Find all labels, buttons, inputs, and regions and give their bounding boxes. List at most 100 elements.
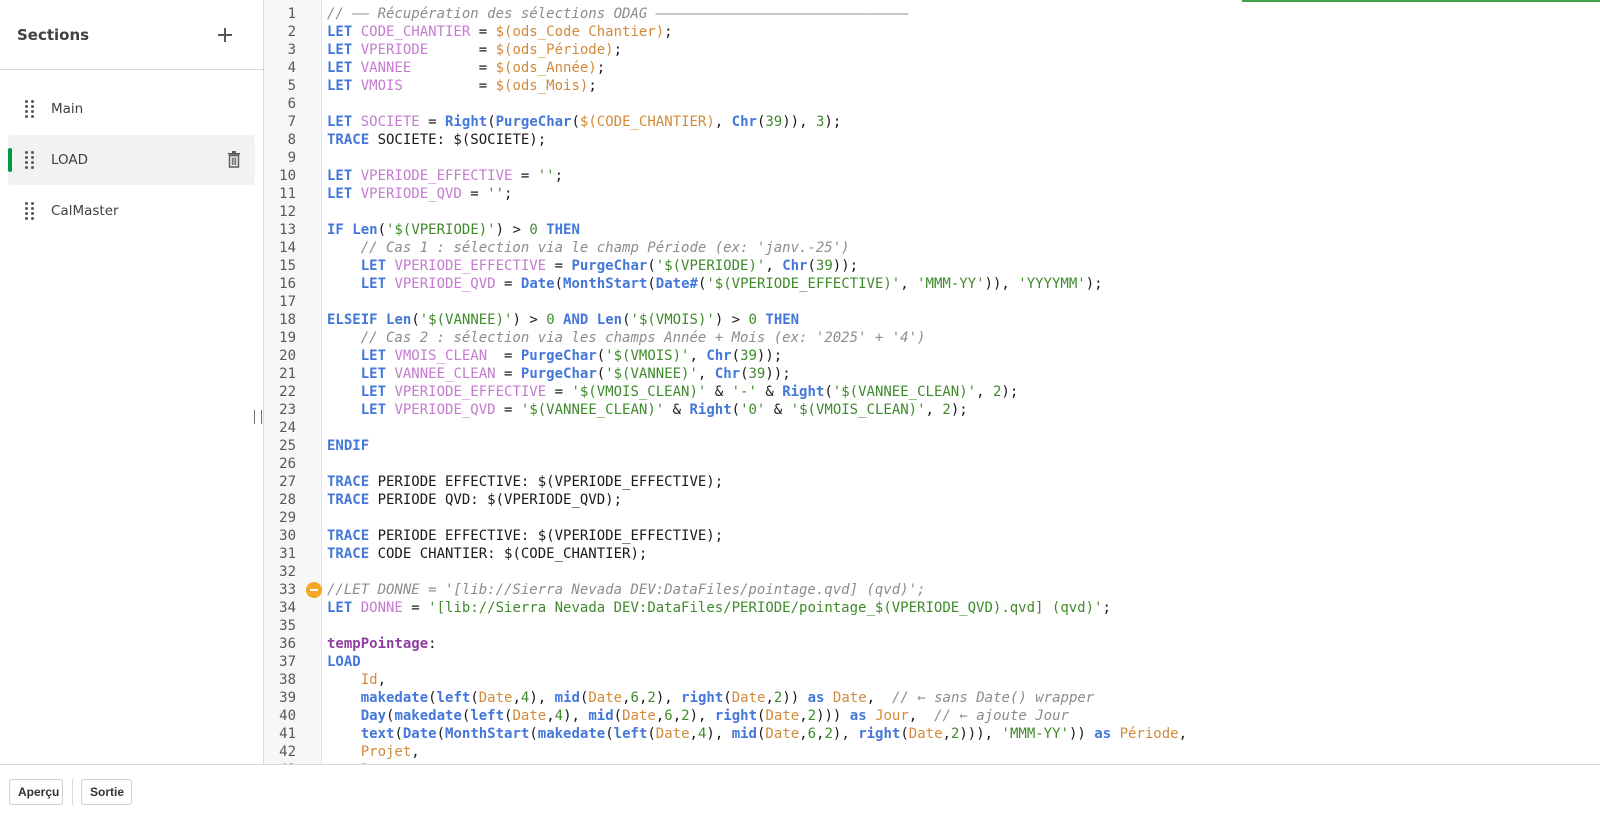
code-token: = xyxy=(419,114,446,130)
code-token: tempPointage xyxy=(327,636,429,652)
line-number[interactable]: 11 xyxy=(264,185,326,203)
code-token: Len xyxy=(352,222,378,238)
code-token: Date xyxy=(765,726,800,742)
line-number[interactable]: 36 xyxy=(264,635,326,653)
line-number[interactable]: 4 xyxy=(264,59,326,77)
code-token: )), xyxy=(782,114,816,130)
code-token: , xyxy=(411,744,420,760)
code-line: Id, xyxy=(327,671,1600,689)
code-token: 0 xyxy=(529,222,538,238)
code-token: ( xyxy=(394,726,403,742)
line-number[interactable]: 14 xyxy=(264,239,326,257)
line-number[interactable]: 31 xyxy=(264,545,326,563)
code-line: LOAD xyxy=(327,653,1600,671)
line-number[interactable]: 9 xyxy=(264,149,326,167)
line-number[interactable]: 20 xyxy=(264,347,326,365)
code-line: IF Len('$(VPERIODE)') > 0 THEN xyxy=(327,221,1600,239)
code-token: // ← ajoute Jour xyxy=(934,708,1069,724)
code-token: LET xyxy=(327,168,361,184)
line-number[interactable]: 18 xyxy=(264,311,326,329)
line-number[interactable]: 41 xyxy=(264,725,326,743)
code-token: ); xyxy=(1085,276,1103,292)
code-token: , xyxy=(900,276,918,292)
line-number[interactable]: 39 xyxy=(264,689,326,707)
line-number[interactable]: 38 xyxy=(264,671,326,689)
code-token: ( xyxy=(596,348,606,364)
code-token: $(ods_Mois) xyxy=(495,78,589,94)
line-number[interactable]: 6 xyxy=(264,95,326,113)
code-token: VPERIODE_QVD xyxy=(394,402,496,418)
line-number[interactable]: 15 xyxy=(264,257,326,275)
code-token: ( xyxy=(411,312,420,328)
line-number[interactable]: 33 xyxy=(264,581,326,599)
line-number[interactable]: 22 xyxy=(264,383,326,401)
line-number[interactable]: 35 xyxy=(264,617,326,635)
line-number[interactable]: 16 xyxy=(264,275,326,293)
line-number[interactable]: 23 xyxy=(264,401,326,419)
code-token: ), xyxy=(706,726,732,742)
drag-handle-icon[interactable] xyxy=(25,151,35,169)
breakpoint-warning-icon[interactable] xyxy=(306,582,322,598)
section-item-load[interactable]: LOAD xyxy=(8,135,255,185)
output-button[interactable]: Sortie xyxy=(81,779,132,805)
line-number[interactable]: 10 xyxy=(264,167,326,185)
section-item-calmaster[interactable]: CalMaster xyxy=(8,186,255,236)
line-number[interactable]: 24 xyxy=(264,419,326,437)
line-number[interactable]: 3 xyxy=(264,41,326,59)
code-token: as xyxy=(1094,726,1120,742)
code-token: '$(VMOIS)' xyxy=(605,348,690,364)
line-number[interactable]: 8 xyxy=(264,131,326,149)
code-token: 2 xyxy=(942,402,951,418)
panel-resize-handle[interactable] xyxy=(254,410,262,424)
line-number[interactable]: 2 xyxy=(264,23,326,41)
line-number[interactable]: 40 xyxy=(264,707,326,725)
line-number[interactable]: 5 xyxy=(264,77,326,95)
code-token: MonthStart xyxy=(563,276,648,292)
code-token: SOCIETE: $(SOCIETE); xyxy=(377,132,547,148)
line-numbers: 1 2 3 4 5 6 7 8 9 10 11 12 13 14 15 16 17 18 19 20 21 22 23 24 2… xyxy=(264,5,326,764)
code-token: Projet xyxy=(360,744,412,760)
line-number[interactable]: 34 xyxy=(264,599,326,617)
line-number[interactable]: 42 xyxy=(264,743,326,761)
line-number[interactable]: 19 xyxy=(264,329,326,347)
line-number[interactable]: 1 xyxy=(264,5,326,23)
line-number[interactable]: 37 xyxy=(264,653,326,671)
code-token: // —— Récupération des sélections ODAG —… xyxy=(327,6,909,22)
code-token: )); xyxy=(832,258,859,274)
line-number[interactable]: 25 xyxy=(264,437,326,455)
line-number[interactable]: 13 xyxy=(264,221,326,239)
line-number[interactable]: 27 xyxy=(264,473,326,491)
line-number[interactable]: 30 xyxy=(264,527,326,545)
code-token: text xyxy=(360,726,395,742)
code-token: ( xyxy=(470,690,479,706)
line-number[interactable]: 7 xyxy=(264,113,326,131)
line-number[interactable]: 32 xyxy=(264,563,326,581)
code-token: ), xyxy=(529,690,555,706)
drag-handle-icon[interactable] xyxy=(25,202,35,220)
add-section-button[interactable] xyxy=(213,23,237,47)
code-token: )); xyxy=(765,366,791,382)
preview-button[interactable]: Aperçu xyxy=(9,779,63,805)
script-editor[interactable]: 1 2 3 4 5 6 7 8 9 10 11 12 13 14 15 16 17 18 19 20 21 22 23 24 2… xyxy=(264,0,1600,764)
line-number[interactable]: 28 xyxy=(264,491,326,509)
line-number[interactable]: 21 xyxy=(264,365,326,383)
code-token: CODE_CHANTIER xyxy=(360,24,471,40)
code-token: as xyxy=(807,690,833,706)
code-area[interactable]: // —— Récupération des sélections ODAG —… xyxy=(327,5,1600,764)
code-token: 2 xyxy=(647,690,656,706)
code-token: 'YYYYMM' xyxy=(1018,276,1086,292)
code-line: TRACE SOCIETE: $(SOCIETE); xyxy=(327,131,1600,149)
line-number[interactable]: 17 xyxy=(264,293,326,311)
line-number[interactable]: 26 xyxy=(264,455,326,473)
section-item-main[interactable]: Main xyxy=(8,84,255,134)
line-number[interactable]: 29 xyxy=(264,509,326,527)
code-token: AND xyxy=(554,312,597,328)
trash-icon[interactable] xyxy=(227,151,241,168)
drag-handle-icon[interactable] xyxy=(25,100,35,118)
line-number[interactable]: 12 xyxy=(264,203,326,221)
code-token: makedate xyxy=(537,726,606,742)
code-token: = xyxy=(402,600,429,616)
sections-title: Sections xyxy=(17,25,90,44)
